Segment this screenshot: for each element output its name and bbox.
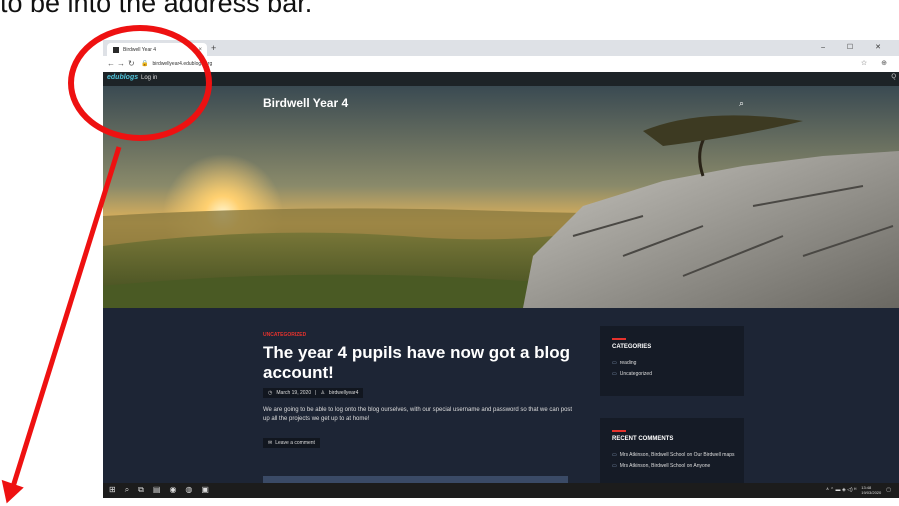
admin-search-icon[interactable]: Q xyxy=(891,74,896,80)
clock-date: 19/03/2020 xyxy=(861,490,882,495)
tab-birdwell[interactable]: Birdwell Year 4 × xyxy=(107,43,207,56)
address-bar[interactable]: 🔒 birdwellyear4.edublogs.org xyxy=(141,58,841,69)
post-title[interactable]: The year 4 pupils have now got a blog ac… xyxy=(263,343,593,383)
forward-icon[interactable]: → xyxy=(117,59,125,68)
post-meta: ◷ March 19, 2020 | ♙ birdwellyear4 xyxy=(263,388,364,398)
windows-taskbar: ⊞⌕⧉▤◉◍▣ ᴬ ⌃ ▬ ◈ ◁) ᴴ 13:48 19/03/2020 ▢ xyxy=(103,483,899,498)
tab-title: Birdwell Year 4 xyxy=(123,46,157,53)
comment-item[interactable]: ▭ Mrs Atkinson, Birdwell School on Anyone xyxy=(612,463,737,470)
next-post-card xyxy=(263,476,568,483)
post-author[interactable]: birdwellyear4 xyxy=(329,390,358,396)
wp-admin-bar: edublogs Log in Q xyxy=(103,72,899,86)
tab-close-icon[interactable]: × xyxy=(198,47,202,53)
taskbar-icons[interactable]: ⊞⌕⧉▤◉◍▣ xyxy=(109,485,218,495)
widget-accent-bar xyxy=(612,430,626,432)
post-date[interactable]: March 19, 2020 xyxy=(276,390,311,396)
comment-icon: ✉ xyxy=(268,440,273,446)
new-tab-button[interactable]: + xyxy=(211,43,216,53)
bullet-icon: ▭ xyxy=(612,360,617,366)
leave-comment-label: Leave a comment xyxy=(275,440,315,446)
notifications-icon[interactable]: ▢ xyxy=(886,487,891,493)
clock[interactable]: 13:48 19/03/2020 xyxy=(861,485,881,495)
category-item[interactable]: ▭ Uncategorized xyxy=(612,371,737,378)
reload-icon[interactable]: ↻ xyxy=(128,59,135,68)
login-link[interactable]: Log in xyxy=(141,75,157,81)
comment-item[interactable]: ▭ Mrs Atkinson, Birdwell School on Our Bi… xyxy=(612,452,737,459)
site-title[interactable]: Birdwell Year 4 xyxy=(263,96,348,110)
caption-text: to be into the address bar. xyxy=(0,0,313,18)
tray-icons[interactable]: ᴬ ⌃ ▬ ◈ ◁) ᴴ xyxy=(826,487,856,493)
address-bar-row: ← → ↻ 🔒 birdwellyear4.edublogs.org ☆ ⊕ xyxy=(103,56,899,73)
content-area: UNCATEGORIZED The year 4 pupils have now… xyxy=(103,308,899,483)
annotation-arrow-head xyxy=(1,479,24,504)
browser-screenshot: Birdwell Year 4 × + – ☐ ✕ ← → ↻ 🔒 birdwe… xyxy=(103,40,899,498)
search-icon[interactable]: ⌕ xyxy=(739,98,744,109)
favicon-icon xyxy=(113,46,119,53)
user-icon: ♙ xyxy=(320,390,325,396)
bookmark-profile-icons[interactable]: ☆ ⊕ xyxy=(861,59,893,67)
bullet-icon: ▭ xyxy=(612,371,617,377)
recent-comments-title: RECENT COMMENTS xyxy=(612,436,674,442)
categories-title: CATEGORIES xyxy=(612,344,652,350)
leave-comment-button[interactable]: ✉ Leave a comment xyxy=(263,438,320,448)
calendar-icon: ◷ xyxy=(268,390,273,396)
recent-comments-widget: RECENT COMMENTS ▭ Mrs Atkinson, Birdwell … xyxy=(600,418,744,483)
back-icon[interactable]: ← xyxy=(107,59,115,68)
landscape-image xyxy=(103,86,899,308)
post-excerpt: We are going to be able to log onto the … xyxy=(263,407,573,422)
category-item[interactable]: ▭ reading xyxy=(612,360,737,367)
url-text[interactable]: birdwellyear4.edublogs.org xyxy=(152,61,212,67)
window-controls[interactable]: – ☐ ✕ xyxy=(821,43,891,51)
hero-banner: Birdwell Year 4 ⌕ xyxy=(103,86,899,308)
lock-icon: 🔒 xyxy=(141,61,149,67)
system-tray: ᴬ ⌃ ▬ ◈ ◁) ᴴ 13:48 19/03/2020 ▢ xyxy=(826,485,891,495)
widget-accent-bar xyxy=(612,338,626,340)
edublogs-logo[interactable]: edublogs xyxy=(107,74,138,81)
categories-widget: CATEGORIES ▭ reading ▭ Uncategorized xyxy=(600,326,744,396)
tab-bar: Birdwell Year 4 × + – ☐ ✕ xyxy=(103,40,899,56)
bullet-icon: ▭ xyxy=(612,463,617,469)
post-category[interactable]: UNCATEGORIZED xyxy=(263,332,306,338)
bullet-icon: ▭ xyxy=(612,452,617,458)
